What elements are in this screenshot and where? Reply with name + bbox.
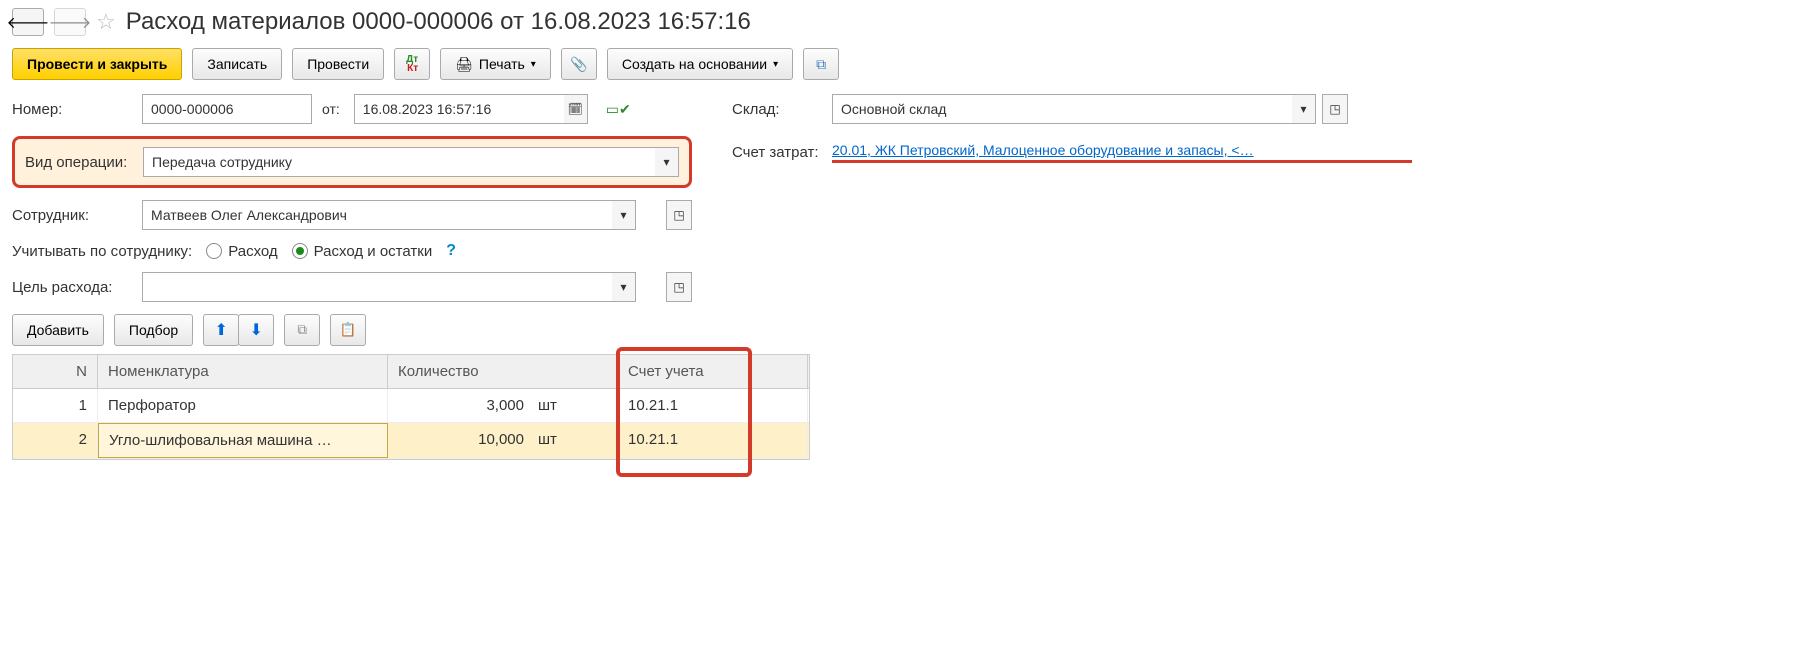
col-header-nomenclature[interactable]: Номенклатура: [98, 355, 388, 388]
post-and-close-button[interactable]: Провести и закрыть: [12, 48, 182, 80]
warehouse-input[interactable]: Основной склад: [832, 94, 1292, 124]
purpose-label: Цель расхода:: [12, 279, 132, 296]
open-icon: ◳: [1329, 102, 1340, 116]
structure-icon: ⧉: [816, 56, 826, 73]
open-icon: ◳: [673, 280, 684, 294]
purpose-dropdown-button[interactable]: ▾: [612, 272, 636, 302]
nav-back-button[interactable]: 🡐: [12, 8, 44, 36]
open-icon: ◳: [673, 208, 684, 222]
employee-label: Сотрудник:: [12, 207, 132, 224]
cost-account-underline: 20.01, ЖК Петровский, Малоценное оборудо…: [832, 142, 1412, 163]
radio-icon: [292, 243, 308, 259]
nav-forward-button[interactable]: 🡒: [54, 8, 86, 36]
grid-header: N Номенклатура Количество Счет учета: [13, 355, 809, 389]
copy-icon: ⧉: [297, 322, 307, 338]
calendar-icon: 🗓: [568, 102, 583, 116]
move-down-button[interactable]: ⬇: [238, 314, 274, 346]
paperclip-icon: 📎: [570, 56, 587, 73]
chevron-down-icon: ▾: [531, 59, 536, 70]
arrow-up-icon: ⬆: [214, 320, 227, 340]
help-icon[interactable]: ?: [446, 242, 456, 260]
account-by-label: Учитывать по сотруднику:: [12, 243, 192, 260]
col-header-account[interactable]: Счет учета: [618, 355, 808, 388]
date-label: от:: [322, 101, 340, 117]
post-button[interactable]: Провести: [292, 48, 384, 80]
calendar-button[interactable]: 🗓: [564, 94, 588, 124]
operation-type-group: Вид операции: Передача сотруднику ▾: [12, 136, 692, 188]
operation-type-input[interactable]: Передача сотруднику: [143, 147, 655, 177]
debit-credit-button[interactable]: ДтКт: [394, 48, 430, 80]
col-header-n[interactable]: N: [13, 355, 98, 388]
create-based-on-button[interactable]: Создать на основании ▾: [607, 48, 793, 80]
cost-account-label: Счет затрат:: [732, 144, 832, 161]
chevron-down-icon: ▾: [620, 280, 626, 294]
paste-button[interactable]: 📋: [330, 314, 366, 346]
chevron-down-icon: ▾: [773, 59, 778, 70]
posted-icon: ▭✔: [606, 101, 631, 118]
move-up-button[interactable]: ⬆: [203, 314, 239, 346]
employee-input[interactable]: Матвеев Олег Александрович: [142, 200, 612, 230]
page-title: Расход материалов 0000-000006 от 16.08.2…: [126, 8, 751, 36]
operation-type-dropdown-button[interactable]: ▾: [655, 147, 679, 177]
favorite-star-icon[interactable]: ☆: [96, 9, 116, 35]
purpose-input[interactable]: [142, 272, 612, 302]
radio-icon: [206, 243, 222, 259]
chevron-down-icon: ▾: [1300, 102, 1306, 116]
chevron-down-icon: ▾: [620, 208, 626, 222]
arrow-down-icon: ⬇: [249, 320, 262, 340]
table-row[interactable]: 1 Перфоратор 3,000шт 10.21.1: [13, 389, 809, 423]
printer-icon: 🖨: [455, 56, 473, 73]
employee-dropdown-button[interactable]: ▾: [612, 200, 636, 230]
structure-button[interactable]: ⧉: [803, 48, 839, 80]
number-label: Номер:: [12, 101, 132, 118]
select-items-button[interactable]: Подбор: [114, 314, 193, 346]
save-button[interactable]: Записать: [192, 48, 282, 80]
radio-expense[interactable]: Расход: [206, 243, 277, 260]
date-input[interactable]: 16.08.2023 16:57:16: [354, 94, 564, 124]
paste-icon: 📋: [340, 322, 357, 338]
chevron-down-icon: ▾: [663, 155, 669, 169]
add-row-button[interactable]: Добавить: [12, 314, 104, 346]
attach-button[interactable]: 📎: [561, 48, 597, 80]
operation-type-label: Вид операции:: [25, 154, 143, 171]
cost-account-link[interactable]: 20.01, ЖК Петровский, Малоценное оборудо…: [832, 142, 1254, 158]
warehouse-open-button[interactable]: ◳: [1322, 94, 1348, 124]
employee-open-button[interactable]: ◳: [666, 200, 692, 230]
number-input[interactable]: 0000-000006: [142, 94, 312, 124]
warehouse-label: Склад:: [732, 101, 832, 118]
radio-expense-and-balance[interactable]: Расход и остатки: [292, 243, 433, 260]
purpose-open-button[interactable]: ◳: [666, 272, 692, 302]
print-button[interactable]: 🖨 Печать ▾: [440, 48, 551, 80]
warehouse-dropdown-button[interactable]: ▾: [1292, 94, 1316, 124]
table-row[interactable]: 2 Угло-шлифовальная машина … 10,000шт 10…: [13, 423, 809, 459]
col-header-quantity[interactable]: Количество: [388, 355, 618, 388]
copy-button[interactable]: ⧉: [284, 314, 320, 346]
materials-grid: N Номенклатура Количество Счет учета 1 П…: [12, 354, 810, 460]
